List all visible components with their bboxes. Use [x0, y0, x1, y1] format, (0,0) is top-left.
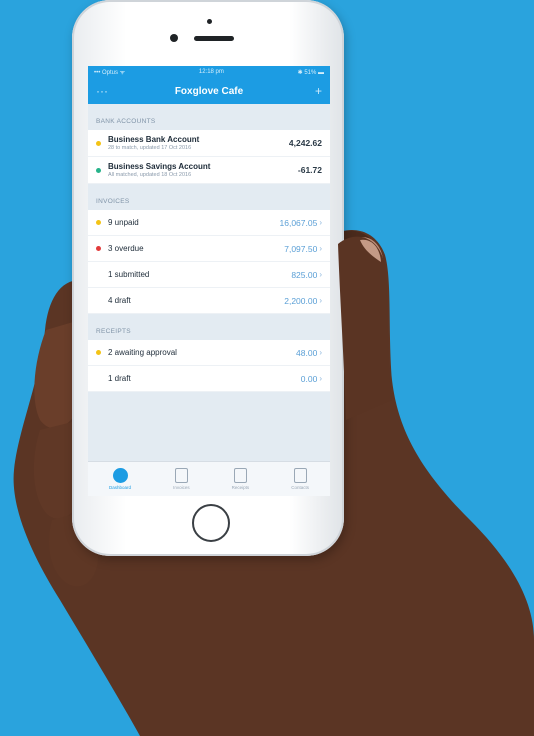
dashboard-icon	[112, 468, 128, 483]
status-dot-empty	[96, 272, 101, 277]
chevron-right-icon: ›	[319, 270, 322, 279]
invoices-list: 9 unpaid 16,067.05 › 3 overdue 7,097.50 …	[88, 210, 330, 314]
earpiece-speaker	[194, 36, 234, 41]
invoice-row[interactable]: 1 submitted 825.00 ›	[88, 262, 330, 288]
invoice-row[interactable]: 4 draft 2,200.00 ›	[88, 288, 330, 314]
phone-screen: ••• Optus ᯤ 12:18 pm ✱ 51% ▬ ··· Foxglov…	[88, 66, 330, 496]
account-name: Business Savings Account	[108, 162, 211, 171]
account-balance: 4,242.62	[288, 138, 322, 148]
bank-accounts-header: BANK ACCOUNTS	[96, 118, 156, 125]
tab-invoices[interactable]: Invoices	[173, 468, 190, 490]
account-detail: All matched, updated 18 Oct 2016	[108, 172, 192, 178]
nav-bar: ··· Foxglove Cafe +	[88, 78, 330, 104]
carrier-label: ••• Optus ᯤ	[94, 70, 126, 76]
invoice-amount: 825.00	[291, 269, 318, 280]
tab-label: Contacts	[291, 485, 309, 490]
chevron-right-icon: ›	[319, 218, 322, 227]
tab-label: Dashboard	[109, 485, 132, 490]
home-button[interactable]	[192, 504, 230, 542]
account-detail: 28 to match, updated 17 Oct 2016	[108, 145, 192, 151]
front-camera	[170, 34, 178, 42]
chevron-right-icon: ›	[319, 296, 322, 305]
invoice-amount: 16,067.05	[279, 217, 318, 228]
status-dot	[96, 246, 101, 251]
receipt-label: 2 awaiting approval	[108, 348, 177, 357]
status-bar: ••• Optus ᯤ 12:18 pm ✱ 51% ▬	[88, 66, 330, 78]
bank-account-row[interactable]: Business Savings Account All matched, up…	[88, 157, 330, 184]
invoice-row[interactable]: 3 overdue 7,097.50 ›	[88, 236, 330, 262]
account-name: Business Bank Account	[108, 135, 200, 144]
receipt-icon	[233, 468, 247, 483]
battery-label: ✱ 51% ▬	[297, 69, 324, 76]
receipts-header: RECEIPTS	[96, 328, 131, 335]
chevron-right-icon: ›	[319, 348, 322, 357]
org-title: Foxglove Cafe	[174, 85, 244, 97]
bank-accounts-list: Business Bank Account 28 to match, updat…	[88, 130, 330, 184]
receipts-list: 2 awaiting approval 48.00 › 1 draft 0.00…	[88, 340, 330, 392]
receipt-row[interactable]: 2 awaiting approval 48.00 ›	[88, 340, 330, 366]
invoice-amount: 7,097.50	[284, 243, 318, 254]
invoice-label: 4 draft	[108, 296, 131, 305]
ellipsis-icon[interactable]: ···	[96, 84, 116, 98]
invoices-header: INVOICES	[96, 198, 130, 205]
invoice-label: 3 overdue	[108, 244, 144, 253]
tab-dashboard[interactable]: Dashboard	[109, 468, 131, 490]
plus-icon[interactable]: +	[302, 84, 322, 98]
bank-account-row[interactable]: Business Bank Account 28 to match, updat…	[88, 130, 330, 157]
tab-receipts[interactable]: Receipts	[231, 468, 250, 490]
receipt-amount: 0.00	[300, 373, 318, 384]
receipt-row[interactable]: 1 draft 0.00 ›	[88, 366, 330, 392]
receipt-label: 1 draft	[108, 374, 131, 383]
chevron-right-icon: ›	[319, 374, 322, 383]
invoice-icon	[174, 468, 188, 483]
tab-label: Invoices	[173, 485, 190, 490]
invoice-label: 9 unpaid	[108, 218, 139, 227]
sensor-dot	[207, 19, 212, 24]
account-balance: -61.72	[297, 165, 322, 175]
tab-contacts[interactable]: Contacts	[291, 468, 309, 490]
status-dot	[96, 140, 101, 146]
clock-label: 12:18 pm	[198, 69, 224, 75]
status-dot-empty	[96, 298, 101, 303]
invoice-amount: 2,200.00	[284, 295, 318, 306]
status-dot	[96, 220, 101, 225]
chevron-right-icon: ›	[319, 244, 322, 253]
tab-label: Receipts	[231, 485, 250, 490]
contacts-icon	[293, 468, 307, 483]
status-dot	[96, 167, 101, 173]
invoice-label: 1 submitted	[108, 270, 150, 279]
invoice-row[interactable]: 9 unpaid 16,067.05 ›	[88, 210, 330, 236]
status-dot-empty	[96, 376, 101, 381]
tab-bar: Dashboard Invoices Receipts Contacts	[88, 461, 330, 496]
receipt-amount: 48.00	[296, 347, 318, 358]
status-dot	[96, 350, 101, 355]
